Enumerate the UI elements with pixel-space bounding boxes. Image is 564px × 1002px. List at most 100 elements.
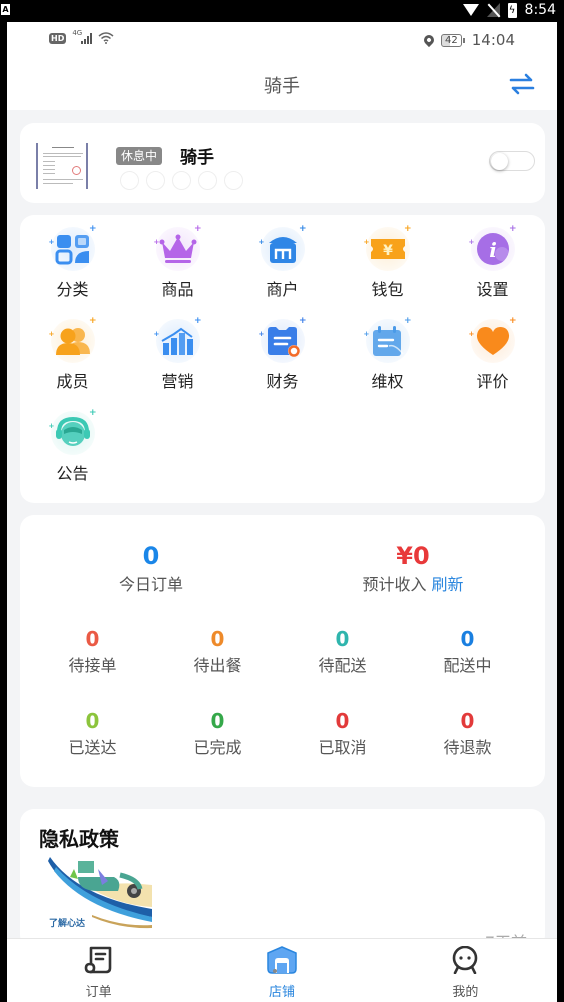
order-receipt-icon: [83, 946, 115, 978]
order-status-label: 配送中: [443, 656, 492, 675]
menu-item-finance[interactable]: + + 财务: [230, 317, 335, 409]
order-status-label: 待退款: [443, 738, 492, 757]
wallet-yuan-icon: + + ¥: [362, 225, 414, 273]
wifi-icon: [462, 4, 479, 16]
title-bar: 骑手: [7, 58, 557, 110]
order-status-item[interactable]: 0 配送中: [405, 628, 530, 710]
tab-profile[interactable]: 我的: [374, 939, 557, 1002]
order-status-item[interactable]: 0 已完成: [155, 710, 280, 792]
no-signal-icon: [486, 3, 500, 17]
bar-chart-icon: + +: [152, 317, 204, 365]
store-icon: [266, 946, 298, 978]
order-status-count: 0: [210, 709, 225, 733]
order-status-label: 已取消: [318, 738, 367, 757]
info-settings-icon: + + i: [467, 225, 519, 273]
order-status-item[interactable]: 0 已取消: [280, 710, 405, 792]
tab-store-label: 店铺: [268, 985, 295, 1000]
banner-caption: 了解心达: [49, 919, 86, 929]
menu-item-category-grid[interactable]: + + 分类: [20, 225, 125, 317]
bottom-tab-bar: 订单 店铺 我的: [7, 938, 557, 1002]
function-menu-card: + + 分类 + + 商品 + + 商户 + + ¥ 钱包 + + i 设置 + + 成员 + + 营销 + + 财…: [20, 215, 545, 503]
rating-star-icon: [120, 171, 139, 190]
location-pin-icon: [421, 32, 437, 48]
battery-charging-icon: [507, 2, 517, 18]
shop-profile-card: 休息中 骑手: [20, 123, 545, 203]
page-title: 骑手: [264, 76, 300, 97]
status-badge: 休息中: [116, 147, 163, 165]
order-status-label: 待配送: [318, 656, 367, 675]
menu-item-label: 评价: [476, 372, 509, 391]
tab-profile-label: 我的: [452, 985, 479, 1000]
order-status-item[interactable]: 0 待接单: [30, 628, 155, 710]
announcement-banner-image[interactable]: 了解心达: [48, 857, 156, 931]
heart-icon: + +: [467, 317, 519, 365]
menu-item-bar-chart[interactable]: + + 营销: [125, 317, 230, 409]
swap-arrows-icon[interactable]: [509, 72, 535, 96]
wifi-icon: [98, 32, 114, 44]
order-status-grid: 0 待接单 0 待出餐 0 待配送 0 配送中 0 已送达 0 已完成 0 已取消 0 待退款: [30, 628, 530, 792]
estimated-income: ¥0 预计收入 刷新: [282, 543, 544, 595]
order-status-count: 0: [85, 627, 100, 651]
today-orders[interactable]: 0 今日订单: [20, 543, 282, 595]
cell-signal-icon: 4G: [72, 29, 93, 44]
menu-item-label: 成员: [56, 372, 89, 391]
tab-orders-label: 订单: [85, 985, 112, 1000]
app-screen: HD 4G 42 14:04 骑手 休息中 骑手 + + 分类 + + 商品 +…: [7, 22, 557, 1002]
system-status-bar: A 8:54: [0, 0, 564, 22]
rating-star-icon: [172, 171, 191, 190]
rating-stars: [120, 171, 243, 190]
menu-item-label: 设置: [476, 280, 509, 299]
order-status-label: 待接单: [68, 656, 117, 675]
order-status-item[interactable]: 0 待出餐: [155, 628, 280, 710]
menu-item-label: 公告: [56, 464, 89, 483]
hd-icon: HD: [49, 32, 67, 44]
menu-item-headset-support[interactable]: + + 公告: [20, 409, 125, 501]
order-status-label: 已完成: [193, 738, 242, 757]
order-status-item[interactable]: 0 已送达: [30, 710, 155, 792]
order-status-item[interactable]: 0 待退款: [405, 710, 530, 792]
open-status-toggle[interactable]: [489, 151, 535, 171]
battery-level: 42: [441, 33, 465, 47]
crown-icon: + +: [152, 225, 204, 273]
menu-item-label: 钱包: [371, 280, 404, 299]
menu-item-label: 营销: [161, 372, 194, 391]
order-status-count: 0: [460, 627, 475, 651]
business-license-thumbnail[interactable]: [36, 143, 88, 189]
estimated-income-label: 预计收入: [362, 575, 427, 594]
menu-item-wallet-yuan[interactable]: + + ¥ 钱包: [335, 225, 440, 317]
finance-icon: + +: [257, 317, 309, 365]
order-status-count: 0: [335, 627, 350, 651]
today-orders-label: 今日订单: [118, 575, 183, 594]
menu-item-rights-calendar[interactable]: + + 维权: [335, 317, 440, 409]
menu-item-label: 商户: [266, 280, 299, 299]
order-stats-card: 0 今日订单 ¥0 预计收入 刷新 0 待接单 0 待出餐 0 待配送 0 配送中 0 已送达 0 已…: [20, 515, 545, 787]
rating-star-icon: [198, 171, 217, 190]
announcement-title: 隐私政策: [39, 827, 119, 851]
menu-item-heart[interactable]: + + 评价: [440, 317, 545, 409]
menu-item-label: 分类: [56, 280, 89, 299]
tab-store[interactable]: 店铺: [190, 939, 373, 1002]
headset-support-icon: + +: [47, 409, 99, 457]
members-icon: + +: [47, 317, 99, 365]
menu-item-crown[interactable]: + + 商品: [125, 225, 230, 317]
function-menu-grid: + + 分类 + + 商品 + + 商户 + + ¥ 钱包 + + i 设置 + + 成员 + + 营销 + + 财…: [20, 225, 545, 501]
order-status-count: 0: [210, 627, 225, 651]
storefront-icon: + +: [257, 225, 309, 273]
svg-text:¥: ¥: [383, 243, 393, 259]
menu-item-label: 维权: [371, 372, 404, 391]
network-type: 4G: [72, 29, 83, 37]
today-orders-value: 0: [142, 542, 160, 570]
order-status-label: 待出餐: [193, 656, 242, 675]
order-status-count: 0: [85, 709, 100, 733]
refresh-button[interactable]: 刷新: [432, 575, 464, 594]
estimated-income-value: ¥0: [396, 542, 430, 570]
menu-item-members[interactable]: + + 成员: [20, 317, 125, 409]
menu-item-storefront[interactable]: + + 商户: [230, 225, 335, 317]
order-status-item[interactable]: 0 待配送: [280, 628, 405, 710]
menu-item-label: 财务: [266, 372, 299, 391]
menu-item-info-settings[interactable]: + + i 设置: [440, 225, 545, 317]
tab-orders[interactable]: 订单: [7, 939, 190, 1002]
order-status-count: 0: [335, 709, 350, 733]
announcement-card[interactable]: 隐私政策 了解心达 7天前: [20, 809, 545, 952]
order-status-count: 0: [460, 709, 475, 733]
